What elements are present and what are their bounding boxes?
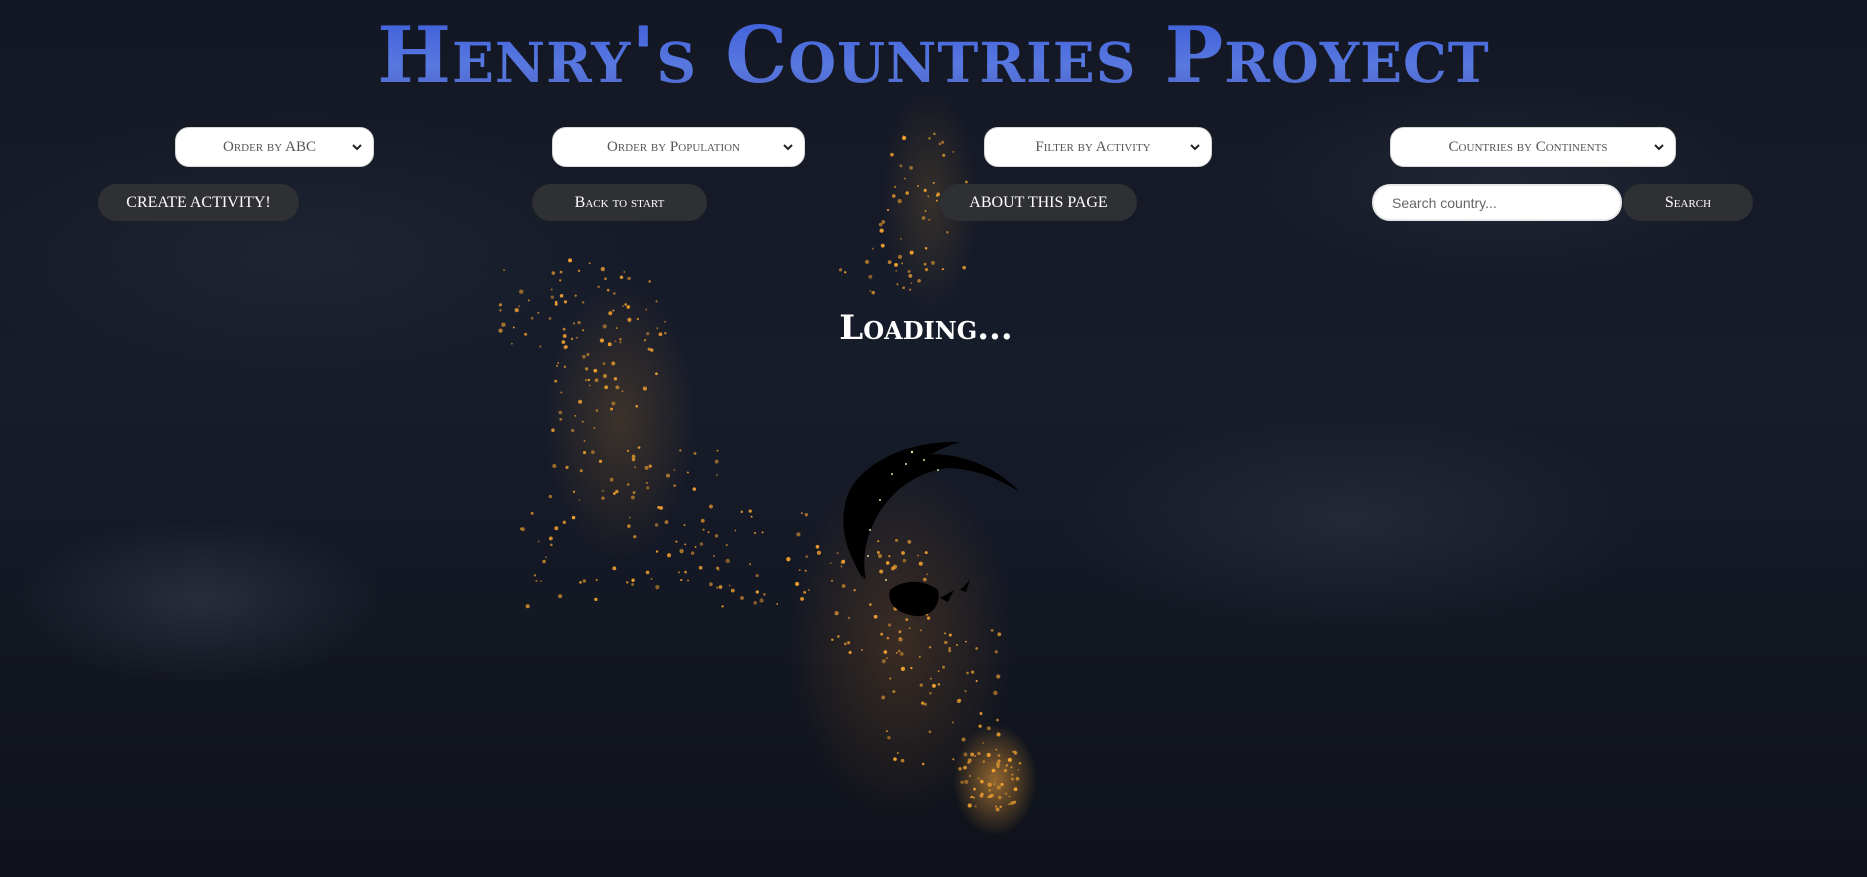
chevron-down-icon <box>1190 144 1200 151</box>
chevron-down-icon <box>1654 144 1664 151</box>
search-input[interactable] <box>1372 184 1622 221</box>
filter-activity-label: Filter by Activity <box>1035 138 1151 155</box>
chevron-down-icon <box>783 144 793 151</box>
back-to-start-button[interactable]: Back to start <box>532 184 707 221</box>
globe-icon <box>843 441 1020 617</box>
page-title: Henry's Countries Proyect <box>0 8 1867 104</box>
order-abc-label: Order by ABC <box>223 138 316 155</box>
order-abc-select[interactable]: Order by ABC <box>175 127 374 167</box>
about-page-button[interactable]: ABOUT THIS PAGE <box>940 184 1137 221</box>
loading-text: Loading... <box>839 308 1013 348</box>
order-population-select[interactable]: Order by Population <box>552 127 805 167</box>
create-activity-button[interactable]: CREATE ACTIVITY! <box>98 184 299 221</box>
continents-label: Countries by Continents <box>1448 138 1608 155</box>
search-button[interactable]: Search <box>1623 184 1753 221</box>
continents-select[interactable]: Countries by Continents <box>1390 127 1676 167</box>
order-population-label: Order by Population <box>606 138 740 155</box>
filter-activity-select[interactable]: Filter by Activity <box>984 127 1212 167</box>
chevron-down-icon <box>352 144 362 151</box>
